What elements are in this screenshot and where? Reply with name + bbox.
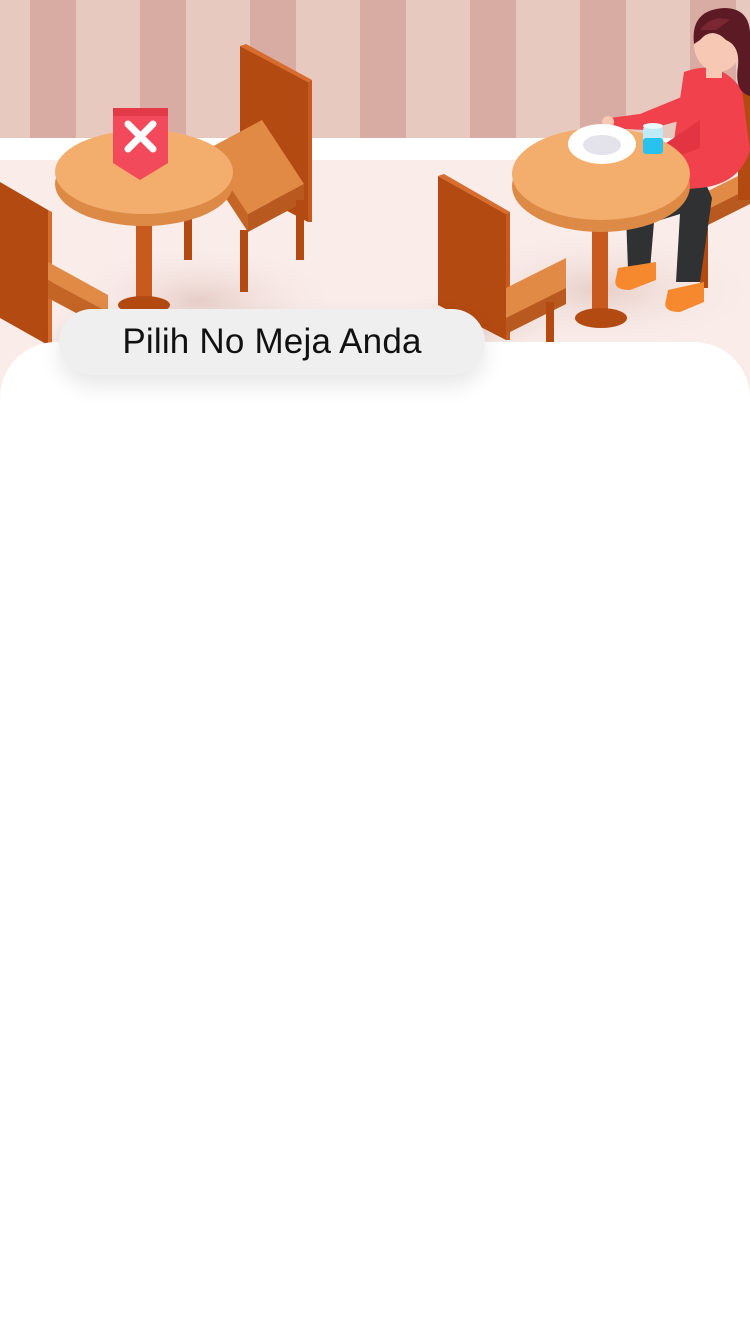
plate-icon bbox=[568, 124, 636, 164]
content-sheet bbox=[0, 342, 750, 1334]
page-title: Pilih No Meja Anda bbox=[122, 322, 422, 361]
glass-icon bbox=[643, 123, 663, 154]
table-selection-screen: Pilih No Meja Anda bbox=[0, 0, 750, 1334]
page-title-pill: Pilih No Meja Anda bbox=[59, 309, 485, 375]
